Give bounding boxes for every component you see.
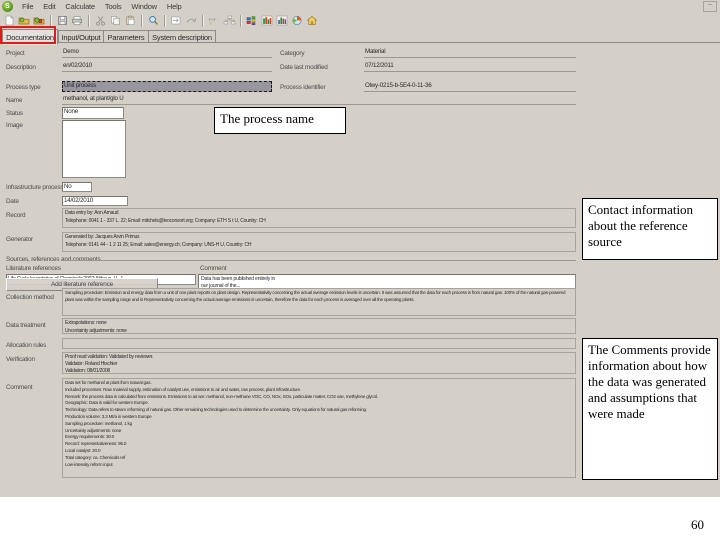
home-icon[interactable] <box>305 14 319 28</box>
field-description-date[interactable]: en/02/2010 <box>62 62 272 72</box>
toolbar-separator <box>202 14 204 27</box>
label-generator: Generator <box>6 236 33 243</box>
field-process-identifier[interactable]: Olwy-0215-b-5E4-0-11-36 <box>364 82 576 92</box>
tab-input-output[interactable]: Input/Output <box>58 30 104 43</box>
menu-item-edit[interactable]: Edit <box>38 2 60 11</box>
field-date[interactable]: 14/02/2010 <box>62 196 128 206</box>
label-category: Category <box>280 50 305 57</box>
label-comment: Comment <box>6 384 33 391</box>
label-literature-references: Literature references <box>6 265 61 272</box>
label-process-type: Process type <box>6 84 41 91</box>
label-name: Name <box>6 97 23 104</box>
field-category[interactable]: Material <box>364 48 576 58</box>
cut-icon[interactable] <box>93 14 107 28</box>
menu-item-calculate[interactable]: Calculate <box>60 2 99 11</box>
outdent-icon[interactable] <box>184 14 198 28</box>
open-project-icon[interactable] <box>32 14 46 28</box>
field-name[interactable]: methanol, at plant/glo U <box>62 95 576 105</box>
field-date-last-modified[interactable]: 07/12/2011 <box>364 62 576 72</box>
tab-strip: Documentation Input/Output Parameters Sy… <box>0 29 720 45</box>
toolbar-separator <box>240 14 242 27</box>
find-icon[interactable] <box>146 14 160 28</box>
label-record: Record <box>6 212 26 219</box>
callout-contact-info: Contact information about the reference … <box>582 198 718 260</box>
menu-item-window[interactable]: Window <box>126 2 161 11</box>
column-chart-icon[interactable] <box>275 14 289 28</box>
window-minimize-button[interactable]: – <box>703 1 717 12</box>
label-project: Project <box>6 50 25 57</box>
field-allocation-rules[interactable] <box>62 338 576 349</box>
callout-process-name: The process name <box>214 107 346 134</box>
label-image: Image <box>6 122 23 129</box>
tab-parameters[interactable]: Parameters <box>103 30 149 43</box>
label-collection-method: Collection method <box>6 294 54 301</box>
label-date-last-modified: Date last modified <box>280 64 328 71</box>
label-allocation-rules: Allocation rules <box>6 342 47 349</box>
label-comment-small: Comment <box>200 265 227 272</box>
label-date: Date <box>6 198 19 205</box>
field-status[interactable]: None <box>62 107 124 119</box>
menu-item-tools[interactable]: Tools <box>100 2 127 11</box>
menu-item-help[interactable]: Help <box>162 2 187 11</box>
label-process-identifier: Process identifier <box>280 84 326 91</box>
field-verification[interactable]: Proof read validation: Validated by revi… <box>62 352 576 374</box>
label-status: Status <box>6 110 23 117</box>
network-icon[interactable] <box>222 14 236 28</box>
svg-text:z: z <box>209 21 211 26</box>
section-divider <box>62 260 576 261</box>
calculate-icon[interactable]: x+y z <box>207 14 221 28</box>
copy-icon[interactable] <box>108 14 122 28</box>
field-image[interactable] <box>62 120 126 178</box>
label-data-treatment: Data treatment <box>6 322 46 329</box>
field-data-treatment[interactable]: Extrapolations: none Uncertainty adjustm… <box>62 318 576 334</box>
tab-system-description[interactable]: System description <box>148 30 216 43</box>
app-logo-icon: S <box>2 0 13 12</box>
callout-comments: The Comments provide information about h… <box>582 338 718 480</box>
pie-chart-icon[interactable] <box>290 14 304 28</box>
slide-footer: 60 <box>0 497 720 540</box>
open-folder-icon[interactable] <box>17 14 31 28</box>
menu-item-file[interactable]: File <box>17 2 38 11</box>
field-generator[interactable]: Generated by: Jacques Arvin Primus Telep… <box>62 232 576 252</box>
label-description: Description <box>6 64 36 71</box>
toolbar-separator <box>50 14 52 27</box>
field-infrastructure-process[interactable]: No <box>62 182 92 192</box>
tab-documentation[interactable]: Documentation <box>2 29 58 45</box>
toolbar-separator <box>141 14 143 27</box>
page-number: 60 <box>691 517 704 532</box>
print-icon[interactable] <box>70 14 84 28</box>
toolbar-separator <box>164 14 166 27</box>
save-icon[interactable] <box>55 14 69 28</box>
toolbar-separator <box>88 14 90 27</box>
application-window: S File Edit Calculate Tools Window Help … <box>0 0 720 497</box>
process-tree-icon[interactable] <box>245 14 259 28</box>
label-infrastructure-process: Infrastructure process <box>6 184 64 191</box>
bar-chart-icon[interactable] <box>260 14 274 28</box>
field-comment[interactable]: Data set for methanol at plant from natu… <box>62 378 576 478</box>
new-document-icon[interactable] <box>2 14 16 28</box>
field-record[interactable]: Data entry by: Ann Arnaud Telephone: 004… <box>62 208 576 228</box>
indent-icon[interactable] <box>169 14 183 28</box>
paste-icon[interactable] <box>123 14 137 28</box>
label-verification: Verification <box>6 356 35 363</box>
toolbar: x+y z <box>0 12 720 29</box>
field-project[interactable]: Demo <box>62 48 272 58</box>
field-process-type[interactable]: Unit process <box>62 81 272 92</box>
field-collection-method[interactable]: Sampling procedure: Emission and energy … <box>62 288 576 316</box>
